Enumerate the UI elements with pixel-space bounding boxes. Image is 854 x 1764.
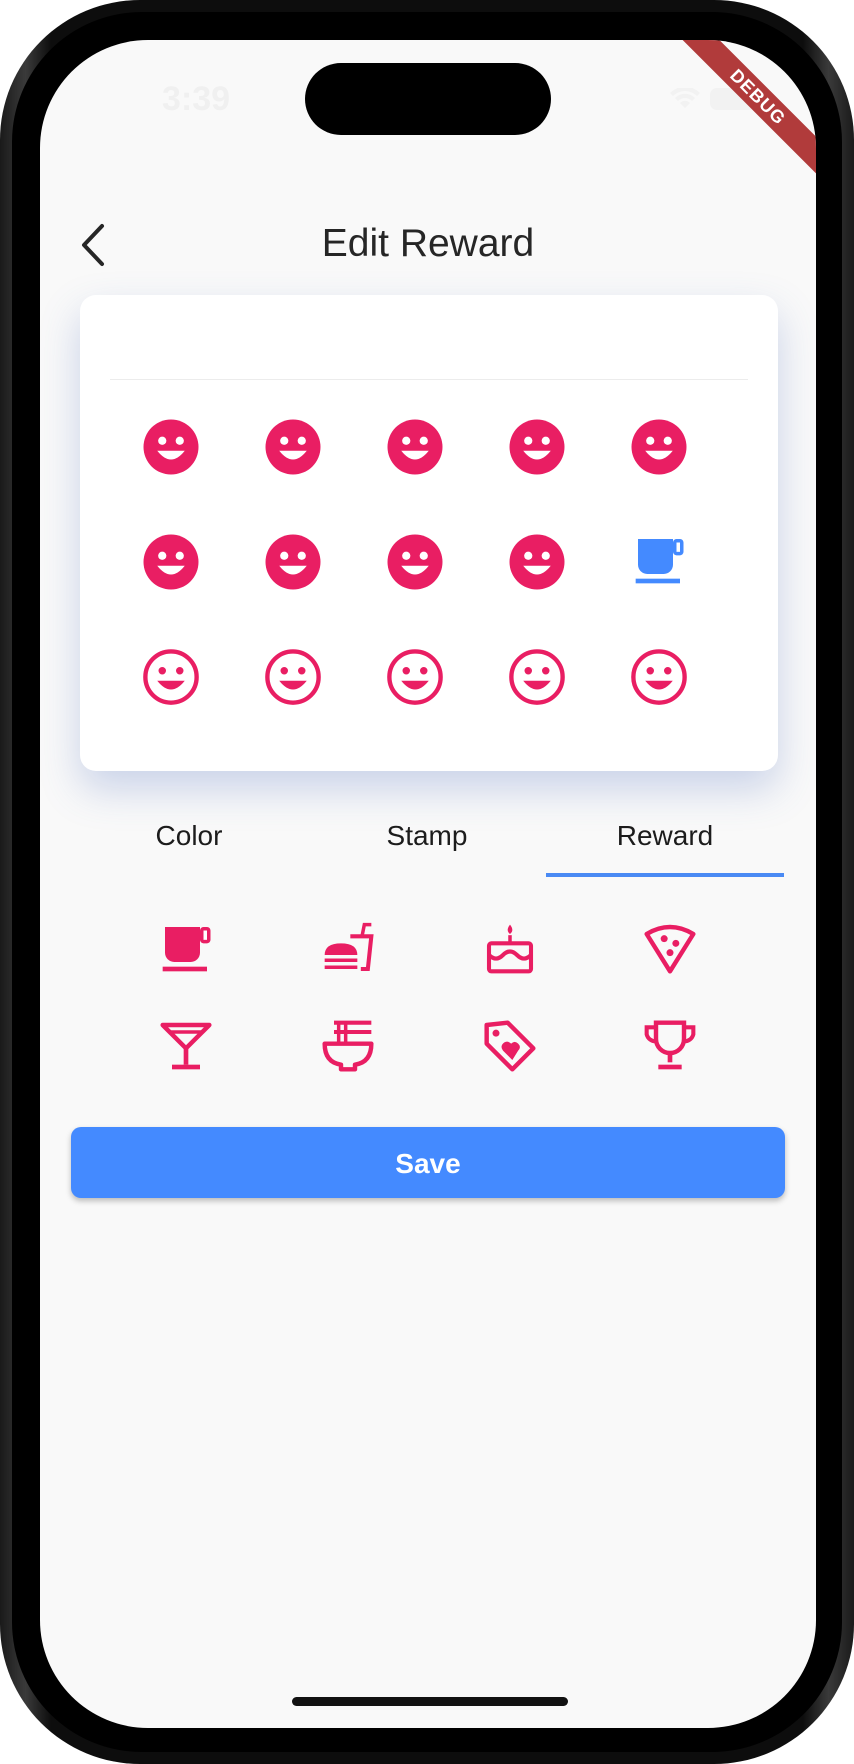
reward-option-fastfood-icon[interactable] <box>320 920 376 976</box>
trophy-icon <box>644 1020 696 1070</box>
reward-slot-coffee-cup-icon <box>631 532 687 588</box>
pizza-icon <box>644 924 696 974</box>
stamp-card-preview <box>80 295 778 771</box>
status-time: 3:39 <box>161 80 231 118</box>
outline-smiley-icon <box>631 649 687 705</box>
filled-smiley-icon <box>143 534 199 590</box>
reward-option-coffee-cup-icon[interactable] <box>158 920 214 976</box>
tab-bar: Color Stamp Reward <box>70 805 784 877</box>
card-divider <box>110 379 748 380</box>
outline-smiley-icon <box>143 649 199 705</box>
reward-option-ramen-bowl-icon[interactable] <box>320 1018 376 1074</box>
stamp-slot-outline-smiley-icon <box>263 647 323 707</box>
home-indicator <box>292 1697 568 1706</box>
tag-heart-icon <box>484 1020 536 1072</box>
outline-smiley-icon <box>265 649 321 705</box>
outline-smiley-icon <box>387 649 443 705</box>
stamp-slot-outline-smiley-icon <box>385 647 445 707</box>
phone-frame: 3:39 DEBUG Edit Reward Color Stamp Rewar… <box>0 0 854 1764</box>
stamp-slot-filled-smiley-icon <box>385 417 445 477</box>
stamp-slot-outline-smiley-icon <box>629 647 689 707</box>
dynamic-island <box>305 63 551 135</box>
tab-selected-indicator <box>546 873 784 877</box>
cocktail-icon <box>160 1022 212 1070</box>
ramen-bowl-icon <box>322 1020 374 1072</box>
stamp-slot-filled-smiley-icon <box>507 417 567 477</box>
filled-smiley-icon <box>265 534 321 590</box>
stamp-slot-filled-smiley-icon <box>263 417 323 477</box>
reward-option-tag-heart-icon[interactable] <box>482 1018 538 1074</box>
save-button[interactable]: Save <box>71 1127 785 1198</box>
wifi-icon <box>670 88 700 108</box>
stamp-slot-filled-smiley-icon <box>385 532 445 592</box>
tab-reward[interactable]: Reward <box>546 805 784 875</box>
reward-option-cake-icon[interactable] <box>482 920 538 976</box>
page-title: Edit Reward <box>321 222 535 265</box>
stamp-slot-filled-smiley-icon <box>141 532 201 592</box>
stamp-slot-filled-smiley-icon <box>263 532 323 592</box>
stamp-slot-filled-smiley-icon <box>141 417 201 477</box>
stamp-slot-outline-smiley-icon <box>507 647 567 707</box>
filled-smiley-icon <box>509 419 565 475</box>
fastfood-icon <box>324 922 374 972</box>
filled-smiley-icon <box>509 534 565 590</box>
tab-stamp[interactable]: Stamp <box>308 805 546 875</box>
filled-smiley-icon <box>631 419 687 475</box>
outline-smiley-icon <box>509 649 565 705</box>
stamp-slot-filled-smiley-icon <box>629 417 689 477</box>
stamp-slot-filled-smiley-icon <box>507 532 567 592</box>
cake-icon <box>486 924 534 974</box>
coffee-cup-icon <box>635 539 684 584</box>
coffee-cup-icon <box>162 927 211 972</box>
filled-smiley-icon <box>387 534 443 590</box>
reward-option-trophy-icon[interactable] <box>642 1018 698 1074</box>
reward-option-pizza-icon[interactable] <box>642 920 698 976</box>
filled-smiley-icon <box>143 419 199 475</box>
stamp-slot-outline-smiley-icon <box>141 647 201 707</box>
filled-smiley-icon <box>265 419 321 475</box>
filled-smiley-icon <box>387 419 443 475</box>
tab-color[interactable]: Color <box>70 805 308 875</box>
app-screen: 3:39 DEBUG Edit Reward Color Stamp Rewar… <box>40 40 816 1728</box>
reward-option-cocktail-icon[interactable] <box>158 1018 214 1074</box>
